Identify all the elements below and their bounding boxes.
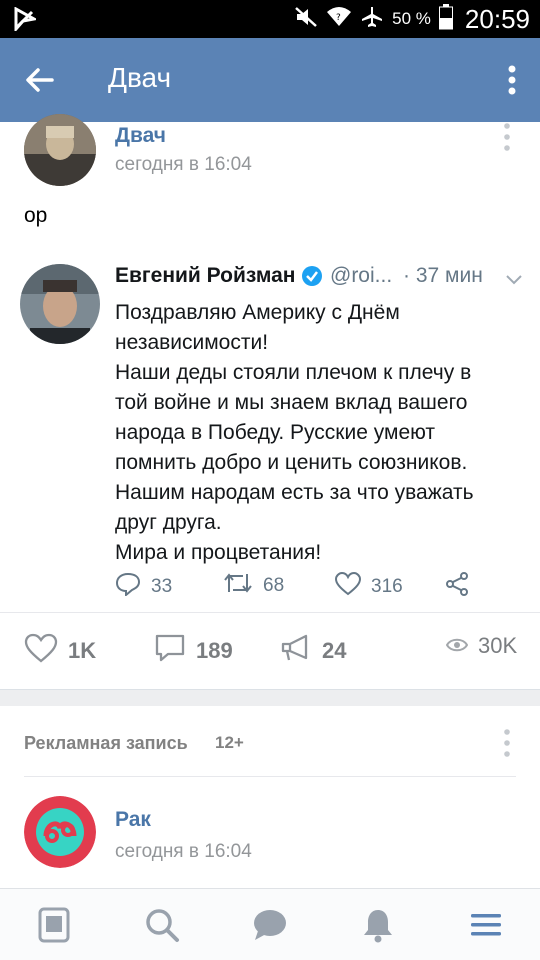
chevron-down-icon [506, 272, 522, 290]
menu-icon[interactable] [468, 907, 504, 943]
back-arrow-icon[interactable] [22, 62, 58, 98]
tweet-line: Наши деды стояли плечом к плечу в [115, 361, 472, 384]
ad-time: сегодня в 16:04 [115, 841, 252, 862]
tweet-author-name: Евгений Ройзман [115, 264, 296, 287]
mute-icon [294, 6, 318, 33]
post-time: сегодня в 16:04 [115, 154, 252, 175]
ad-label: Рекламная запись [24, 733, 188, 753]
tweet-line: Нашим народам есть за что уважать [115, 481, 474, 504]
app-notification-icon [14, 6, 39, 36]
notifications-icon[interactable] [360, 907, 396, 943]
retweet-count: 68 [263, 575, 285, 596]
battery-icon [438, 3, 453, 35]
heart-icon [334, 571, 362, 602]
messages-icon[interactable] [252, 907, 288, 943]
tweet-handle: @roi... [330, 264, 393, 287]
post-card: Двач сегодня в 16:04 ор Евгений Ройзман … [0, 114, 540, 690]
tweet-line: Поздравляю Америку с Днём [115, 301, 400, 324]
divider [24, 776, 516, 777]
news-icon[interactable] [36, 907, 72, 943]
tweet-retweets: 68 [223, 572, 284, 600]
tweet-line: Мира и процветания! [115, 541, 322, 564]
comments-count: 189 [196, 638, 233, 663]
likes-count: 1K [68, 638, 97, 663]
author-avatar[interactable] [24, 114, 96, 186]
airplane-mode-icon [360, 5, 384, 34]
ad-author[interactable]: Рак [115, 808, 151, 832]
tweet-time: · 37 мин [403, 264, 483, 287]
heart-icon [24, 633, 58, 669]
post-author[interactable]: Двач [115, 124, 166, 148]
share-icon [445, 572, 469, 596]
wifi-icon: ? [326, 6, 352, 33]
tweet-actions: 33 68 316 [115, 571, 495, 602]
bottom-navigation [0, 888, 540, 960]
tweet-line: помнить добро и ценить союзников. [115, 451, 468, 474]
eye-icon [445, 633, 469, 659]
retweet-icon [223, 572, 253, 600]
post-stats: 1K 189 24 30K [0, 612, 540, 690]
reply-count: 33 [151, 576, 173, 597]
comment-button[interactable]: 189 [154, 633, 233, 669]
post-text: ор [24, 204, 48, 227]
tweet-line: независимости! [115, 331, 269, 354]
megaphone-icon [280, 633, 312, 669]
ad-author-avatar[interactable] [24, 796, 96, 868]
post-menu-icon[interactable] [503, 122, 511, 152]
ad-menu-icon[interactable] [503, 728, 511, 758]
views-count: 30K [478, 633, 518, 658]
svg-text:?: ? [336, 13, 341, 23]
views: 30K [445, 633, 518, 659]
app-bar: Двач [0, 38, 540, 122]
like-count: 316 [371, 576, 403, 597]
clock: 20:59 [464, 3, 530, 34]
tweet-line: народа в Победу. Русские умеют [115, 421, 436, 444]
page-title: Двач [108, 62, 172, 93]
tweet-likes: 316 [334, 571, 403, 602]
repost-button[interactable]: 24 [280, 633, 346, 669]
comment-icon [154, 633, 186, 669]
tweet-replies: 33 [115, 572, 172, 602]
age-rating: 12+ [215, 733, 244, 752]
tweet-screenshot[interactable]: Евгений Ройзман @roi... · 37 мин Поздрав… [0, 252, 540, 612]
ad-post-card: Рекламная запись 12+ Рак сегодня в 16:04 [0, 706, 540, 896]
reposts-count: 24 [322, 638, 347, 663]
search-icon[interactable] [144, 907, 180, 943]
more-options-icon[interactable] [506, 64, 518, 96]
status-bar: ? 50 % 20:59 [0, 0, 540, 38]
like-button[interactable]: 1K [24, 633, 96, 669]
reply-icon [115, 572, 141, 602]
tweet-line: той войне и мы знаем вклад вашего [115, 391, 468, 414]
verified-badge-icon [301, 265, 323, 292]
tweet-text: Поздравляю Америку с Днём независимости!… [115, 298, 525, 568]
tweet-line: друг друга. [115, 511, 222, 534]
tweet-avatar [20, 264, 100, 344]
battery-percent: 50 % [392, 9, 431, 28]
